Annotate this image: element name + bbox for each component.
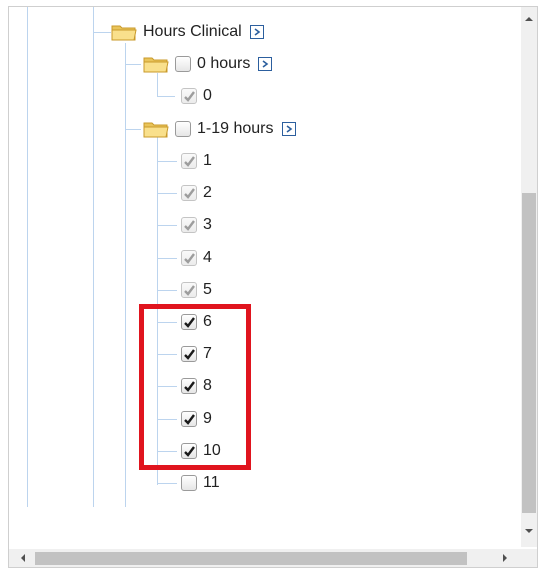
tree-leaf-label: 2: [203, 184, 212, 201]
tree-leaf-label: 7: [203, 345, 212, 362]
tree-connector: [157, 258, 177, 259]
tree-leaf-label: 0: [203, 87, 212, 104]
tree-leaf-1[interactable]: 1: [181, 149, 212, 173]
tree-panel: Hours Clinical 0 hours 0 1-19 hours 1 2 …: [8, 6, 538, 568]
tree-connector: [157, 483, 177, 484]
vertical-scrollbar[interactable]: [521, 7, 537, 547]
tree-guide-line: [157, 137, 158, 485]
tree-leaf-label: 4: [203, 249, 212, 266]
tree-leaf-5[interactable]: 5: [181, 278, 212, 302]
check-icon: [183, 380, 195, 392]
horizontal-scrollbar[interactable]: [9, 549, 521, 567]
tree-connector: [125, 129, 141, 130]
tree-connector: [93, 32, 111, 33]
tree-leaf-label: 9: [203, 410, 212, 427]
tree-leaf-label: 8: [203, 377, 212, 394]
tree-connector: [157, 419, 177, 420]
check-icon: [183, 316, 195, 328]
checkbox-checked[interactable]: [181, 346, 197, 362]
check-icon: [183, 187, 195, 199]
scroll-right-icon[interactable]: [497, 550, 513, 566]
tree-view: Hours Clinical 0 hours 0 1-19 hours 1 2 …: [9, 7, 521, 547]
checkbox-checked[interactable]: [181, 411, 197, 427]
tree-connector: [157, 322, 177, 323]
checkbox-checked-disabled: [181, 282, 197, 298]
scroll-down-icon[interactable]: [521, 523, 537, 539]
tree-leaf-label: 5: [203, 281, 212, 298]
tree-leaf-label: 1: [203, 152, 212, 169]
scrollbar-corner: [521, 549, 537, 567]
tree-leaf-6[interactable]: 6: [181, 310, 212, 334]
tree-connector: [157, 451, 177, 452]
chevron-right-icon[interactable]: [258, 57, 273, 71]
tree-connector: [157, 96, 175, 97]
tree-guide-line: [157, 73, 158, 97]
scrollbar-thumb[interactable]: [522, 193, 536, 513]
tree-leaf-8[interactable]: 8: [181, 374, 212, 398]
tree-leaf-9[interactable]: 9: [181, 407, 212, 431]
checkbox-checked[interactable]: [181, 314, 197, 330]
tree-leaf-4[interactable]: 4: [181, 246, 212, 270]
chevron-right-icon[interactable]: [281, 122, 296, 136]
tree-node-1-19-hours[interactable]: 1-19 hours: [143, 117, 296, 141]
tree-leaf-11[interactable]: 11: [181, 471, 220, 495]
tree-connector: [157, 290, 177, 291]
folder-icon: [143, 120, 169, 138]
tree-node-label: 1-19 hours: [197, 120, 274, 137]
tree-leaf-label: 11: [203, 474, 220, 491]
checkbox-checked-disabled: [181, 153, 197, 169]
folder-icon: [143, 55, 169, 73]
tree-connector: [157, 225, 177, 226]
check-icon: [183, 348, 195, 360]
tree-connector: [157, 161, 177, 162]
tree-node-label: 0 hours: [197, 55, 251, 72]
checkbox-checked[interactable]: [181, 443, 197, 459]
check-icon: [183, 219, 195, 231]
tree-guide-line: [27, 7, 28, 507]
tree-guide-line: [93, 7, 94, 507]
tree-connector: [157, 386, 177, 387]
tree-leaf-label: 3: [203, 216, 212, 233]
checkbox-checked-disabled: [181, 217, 197, 233]
tree-connector: [125, 64, 141, 65]
checkbox-checked-disabled: [181, 88, 197, 104]
checkbox[interactable]: [175, 121, 191, 137]
tree-leaf-label: 10: [203, 442, 221, 459]
checkbox[interactable]: [181, 475, 197, 491]
tree-leaf-3[interactable]: 3: [181, 213, 212, 237]
tree-connector: [157, 193, 177, 194]
tree-leaf-2[interactable]: 2: [181, 181, 212, 205]
tree-guide-line: [125, 43, 126, 507]
tree-leaf-0[interactable]: 0: [181, 84, 212, 108]
checkbox-checked-disabled: [181, 250, 197, 266]
checkbox-checked[interactable]: [181, 378, 197, 394]
tree-leaf-10[interactable]: 10: [181, 439, 221, 463]
tree-node-0-hours[interactable]: 0 hours: [143, 52, 273, 76]
check-icon: [183, 155, 195, 167]
check-icon: [183, 284, 195, 296]
tree-leaf-7[interactable]: 7: [181, 342, 212, 366]
checkbox-checked-disabled: [181, 185, 197, 201]
scrollbar-thumb[interactable]: [35, 552, 467, 565]
scroll-left-icon[interactable]: [15, 550, 31, 566]
scroll-up-icon[interactable]: [521, 11, 537, 27]
folder-icon: [111, 23, 137, 41]
check-icon: [183, 413, 195, 425]
tree-connector: [157, 354, 177, 355]
tree-node-label: Hours Clinical: [143, 23, 242, 40]
check-icon: [183, 252, 195, 264]
checkbox[interactable]: [175, 56, 191, 72]
chevron-right-icon[interactable]: [249, 25, 264, 39]
check-icon: [183, 445, 195, 457]
tree-leaf-label: 6: [203, 313, 212, 330]
tree-node-hours-clinical[interactable]: Hours Clinical: [111, 20, 264, 44]
